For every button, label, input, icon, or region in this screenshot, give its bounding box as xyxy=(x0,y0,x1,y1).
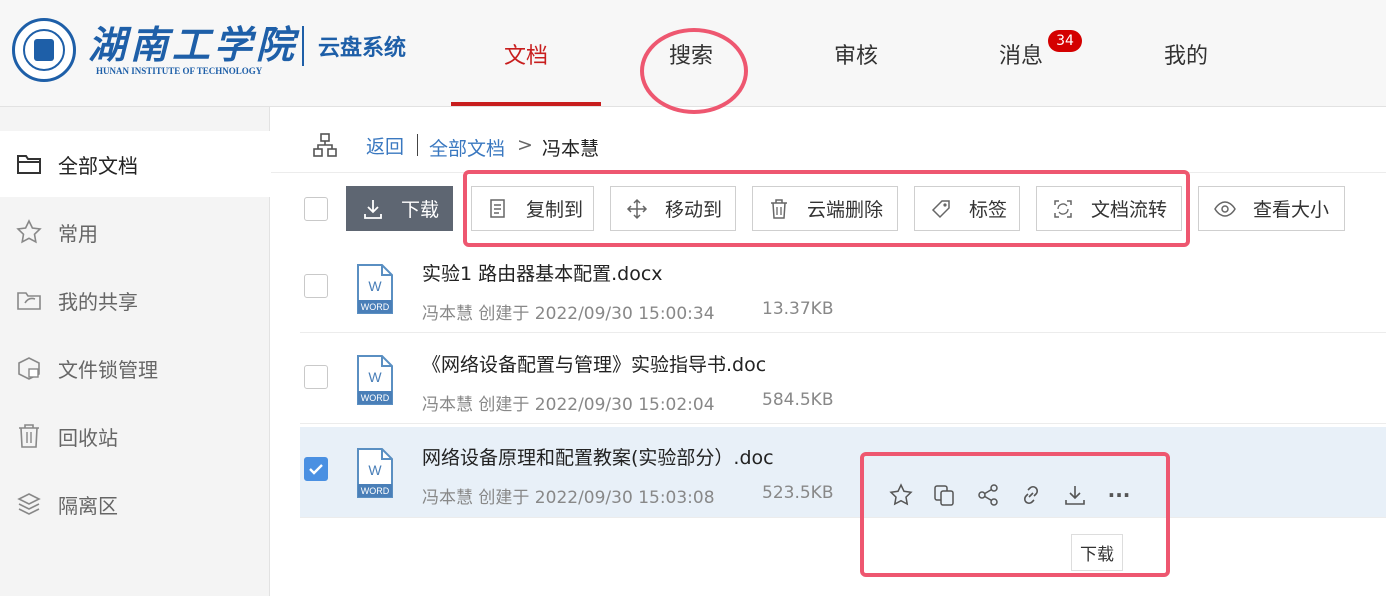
school-emblem-logo xyxy=(12,18,76,82)
copy-icon[interactable] xyxy=(930,481,958,509)
breadcrumb-separator: > xyxy=(517,134,533,156)
sidebar: 全部文档 常用 我的共享 文件锁管理 回收站 隔离区 xyxy=(0,107,270,596)
document-flow-button-label: 文档流转 xyxy=(1091,199,1168,221)
more-options-icon[interactable]: ··· xyxy=(1105,481,1133,509)
logo-divider xyxy=(302,26,304,66)
favorite-star-icon[interactable] xyxy=(887,481,915,509)
view-size-button-label: 查看大小 xyxy=(1253,199,1330,221)
file-created-info: 冯本慧 创建于 2022/09/30 15:02:04 xyxy=(422,395,715,415)
trash-icon xyxy=(767,197,791,221)
svg-text:WORD: WORD xyxy=(361,486,390,496)
file-select-checkbox[interactable] xyxy=(304,274,328,298)
tab-documents[interactable]: 文档 xyxy=(451,0,601,107)
sidebar-item-file-locks[interactable]: 文件锁管理 xyxy=(0,335,270,401)
cloud-delete-button[interactable]: 云端删除 xyxy=(752,186,898,231)
breadcrumb-current-folder: 冯本慧 xyxy=(542,138,600,160)
share-folder-icon xyxy=(16,287,42,313)
copy-to-button-label: 复制到 xyxy=(526,199,584,221)
svg-text:W: W xyxy=(368,369,382,385)
breadcrumb-divider xyxy=(417,134,418,156)
word-document-icon: W WORD xyxy=(356,263,394,315)
document-flow-button[interactable]: 文档流转 xyxy=(1036,186,1182,231)
tag-button[interactable]: 标签 xyxy=(914,186,1020,231)
sidebar-item-recycle-bin[interactable]: 回收站 xyxy=(0,403,270,469)
tab-search[interactable]: 搜索 xyxy=(616,0,766,107)
folder-icon xyxy=(16,151,42,177)
school-english-name: HUNAN INSTITUTE OF TECHNOLOGY xyxy=(96,66,263,76)
file-name[interactable]: 网络设备原理和配置教案(实验部分）.doc xyxy=(422,443,774,470)
move-to-button-label: 移动到 xyxy=(665,199,723,221)
file-created-info: 冯本慧 创建于 2022/09/30 15:03:08 xyxy=(422,488,715,508)
share-icon[interactable] xyxy=(974,481,1002,509)
link-icon[interactable] xyxy=(1017,481,1045,509)
word-document-icon: W WORD xyxy=(356,354,394,406)
move-to-button[interactable]: 移动到 xyxy=(610,186,736,231)
svg-text:W: W xyxy=(368,462,382,478)
toolbar-top-divider xyxy=(271,172,1386,173)
download-button-label: 下载 xyxy=(401,199,440,221)
file-size: 584.5KB xyxy=(762,390,834,410)
tab-messages[interactable]: 消息 xyxy=(946,0,1096,107)
file-select-checkbox[interactable] xyxy=(304,365,328,389)
word-document-icon: W WORD xyxy=(356,447,394,499)
sidebar-item-label: 回收站 xyxy=(58,425,118,450)
view-size-button[interactable]: 查看大小 xyxy=(1198,186,1345,231)
top-header: 湖南工学院 HUNAN INSTITUTE OF TECHNOLOGY 云盘系统… xyxy=(0,0,1386,107)
lock-box-icon xyxy=(16,355,42,381)
school-name-logo: 湖南工学院 xyxy=(88,22,299,67)
tab-review[interactable]: 审核 xyxy=(781,0,931,107)
tag-button-label: 标签 xyxy=(969,199,1008,221)
layers-icon xyxy=(16,491,42,517)
checkmark-icon xyxy=(309,464,323,475)
document-copy-icon xyxy=(486,197,510,221)
star-icon xyxy=(16,219,42,245)
sidebar-item-quarantine[interactable]: 隔离区 xyxy=(0,471,270,537)
system-name: 云盘系统 xyxy=(318,36,407,61)
file-created-info: 冯本慧 创建于 2022/09/30 15:00:34 xyxy=(422,304,715,324)
sidebar-item-all-documents[interactable]: 全部文档 xyxy=(0,131,270,197)
svg-text:W: W xyxy=(368,278,382,294)
file-row-selected[interactable]: W WORD 网络设备原理和配置教案(实验部分）.doc 冯本慧 创建于 2022… xyxy=(300,427,1386,518)
breadcrumb-all-documents-link[interactable]: 全部文档 xyxy=(429,134,505,161)
copy-to-button[interactable]: 复制到 xyxy=(471,186,594,231)
download-icon[interactable] xyxy=(1061,481,1089,509)
cloud-delete-button-label: 云端删除 xyxy=(807,199,884,221)
file-select-checkbox[interactable] xyxy=(304,457,328,481)
sidebar-item-favorites[interactable]: 常用 xyxy=(0,199,270,265)
sitemap-icon xyxy=(312,132,338,158)
select-all-checkbox[interactable] xyxy=(304,197,328,221)
eye-icon xyxy=(1213,197,1237,221)
sidebar-item-label: 隔离区 xyxy=(58,493,118,518)
svg-text:WORD: WORD xyxy=(361,302,390,312)
active-tab-underline xyxy=(451,102,601,106)
sidebar-item-label: 全部文档 xyxy=(58,153,138,178)
file-size: 13.37KB xyxy=(762,299,834,319)
file-row[interactable]: W WORD 《网络设备配置与管理》实验指导书.doc 冯本慧 创建于 2022/… xyxy=(300,334,1386,424)
download-button[interactable]: 下载 xyxy=(346,186,453,231)
download-icon xyxy=(361,197,385,221)
sidebar-item-my-shares[interactable]: 我的共享 xyxy=(0,267,270,333)
flow-cycle-icon xyxy=(1051,197,1075,221)
file-size: 523.5KB xyxy=(762,483,834,503)
move-arrows-icon xyxy=(625,197,649,221)
svg-text:WORD: WORD xyxy=(361,393,390,403)
messages-count-badge: 34 xyxy=(1048,30,1082,52)
sidebar-item-label: 常用 xyxy=(58,221,98,246)
trash-icon xyxy=(16,423,42,449)
file-name[interactable]: 实验1 路由器基本配置.docx xyxy=(422,259,663,286)
tag-icon xyxy=(929,197,953,221)
sidebar-item-label: 我的共享 xyxy=(58,289,138,314)
breadcrumb-back-link[interactable]: 返回 xyxy=(366,132,404,159)
tab-mine[interactable]: 我的 xyxy=(1111,0,1261,107)
file-name[interactable]: 《网络设备配置与管理》实验指导书.doc xyxy=(422,350,766,377)
sidebar-item-label: 文件锁管理 xyxy=(58,357,158,382)
download-tooltip: 下载 xyxy=(1071,534,1123,571)
file-row[interactable]: W WORD 实验1 路由器基本配置.docx 冯本慧 创建于 2022/09/3… xyxy=(300,243,1386,333)
